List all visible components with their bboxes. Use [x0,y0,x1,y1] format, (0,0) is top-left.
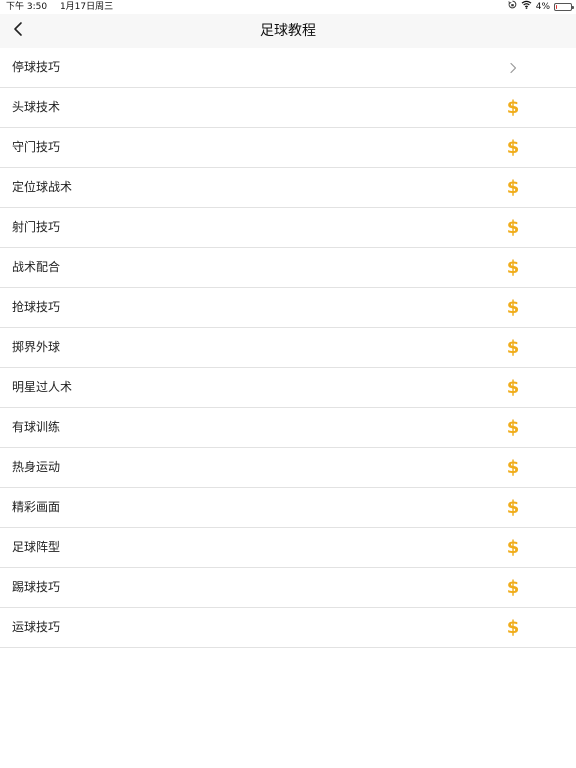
battery-icon [554,3,574,11]
coin-icon: $ [506,256,520,278]
list-item-label: 定位球战术 [12,180,73,194]
list-item[interactable]: 守门技巧 $ [0,128,576,168]
list-item-label: 战术配合 [12,260,61,274]
chevron-right-icon [506,48,520,87]
navigation-bar: 足球教程 [0,14,576,48]
list-item-label: 踢球技巧 [12,580,61,594]
list-item[interactable]: 掷界外球 $ [0,328,576,368]
coin-icon: $ [506,416,520,438]
list-item-label: 热身运动 [12,460,61,474]
list-item[interactable]: 有球训练 $ [0,408,576,448]
coin-icon: $ [506,456,520,478]
status-bar: 下午 3:50 1月17日周三 4% [0,0,576,14]
list-item[interactable]: 足球阵型 $ [0,528,576,568]
list-item[interactable]: 抢球技巧 $ [0,288,576,328]
status-bar-right: 4% [504,0,574,14]
coin-icon: $ [506,336,520,358]
list-item[interactable]: 热身运动 $ [0,448,576,488]
coin-icon: $ [506,296,520,318]
status-bar-left: 下午 3:50 1月17日周三 [6,0,113,14]
list-item-label: 足球阵型 [12,540,61,554]
list-item-label: 抢球技巧 [12,300,61,314]
list-item[interactable]: 精彩画面 $ [0,488,576,528]
list-item[interactable]: 射门技巧 $ [0,208,576,248]
list-item-label: 有球训练 [12,420,61,434]
battery-percent: 4% [535,2,550,12]
list-item[interactable]: 明星过人术 $ [0,368,576,408]
list-item[interactable]: 战术配合 $ [0,248,576,288]
tutorial-list: 停球技巧头球技术 $ 守门技巧 $ 定位球战术 $ 射门技巧 $ 战术配合 $ 抢球技巧 $ 掷界外球 $… [0,48,576,648]
coin-icon: $ [506,536,520,558]
coin-icon: $ [506,376,520,398]
list-item-label: 射门技巧 [12,220,61,234]
coin-icon: $ [506,496,520,518]
list-item[interactable]: 踢球技巧 $ [0,568,576,608]
status-date: 1月17日周三 [59,2,114,12]
coin-icon: $ [506,216,520,238]
list-item-label: 精彩画面 [12,500,61,514]
coin-icon: $ [506,96,520,118]
coin-icon: $ [506,176,520,198]
list-item-label: 明星过人术 [12,380,73,394]
list-item[interactable]: 定位球战术 $ [0,168,576,208]
list-item-label: 运球技巧 [12,620,61,634]
lock-rotation-icon [508,0,517,14]
status-time: 下午 3:50 [6,2,48,12]
page-title: 足球教程 [260,23,316,39]
list-item-label: 停球技巧 [12,60,61,74]
coin-icon: $ [506,576,520,598]
battery-level-fill [556,5,557,9]
list-item-label: 掷界外球 [12,340,61,354]
list-item[interactable]: 运球技巧 $ [0,608,576,648]
list-item[interactable]: 头球技术 $ [0,88,576,128]
coin-icon: $ [506,616,520,638]
wifi-icon [521,0,532,14]
coin-icon: $ [506,136,520,158]
list-item-label: 守门技巧 [12,140,61,154]
list-item-label: 头球技术 [12,100,61,114]
list-item[interactable]: 停球技巧 [0,48,576,88]
